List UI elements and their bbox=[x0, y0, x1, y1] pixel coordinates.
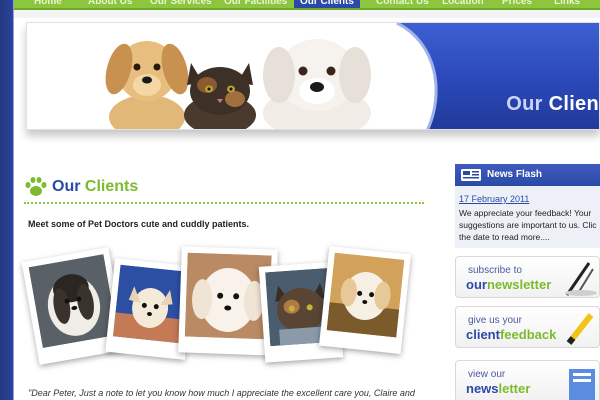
nav-item-about[interactable]: About Us bbox=[88, 0, 132, 8]
testimonial-quote: "Dear Peter, Just a note to let you know… bbox=[28, 388, 415, 398]
news-body-line: the date to read more.... bbox=[459, 232, 550, 242]
page-title-part2: Clients bbox=[84, 178, 139, 195]
promo-line2: ournewsletter bbox=[466, 277, 551, 292]
page-title: Our Clients bbox=[52, 178, 138, 196]
page: Home About Us Our Services Our Facilitie… bbox=[0, 0, 600, 400]
white-puppy-image bbox=[263, 39, 371, 129]
shih-tzu-photo bbox=[28, 254, 118, 349]
nav-item-location[interactable]: Location bbox=[442, 0, 484, 8]
promo-line2a: our bbox=[466, 277, 487, 292]
promo-line2a: news bbox=[466, 381, 499, 396]
news-flash-panel: News Flash 17 February 2011 We appreciat… bbox=[455, 164, 600, 248]
promo-line2a: client bbox=[466, 327, 500, 342]
news-flash-header: News Flash bbox=[455, 164, 600, 186]
nav-item-contact[interactable]: Contact Us bbox=[376, 0, 429, 8]
nav-item-clients[interactable]: Our Clients bbox=[294, 0, 360, 8]
banner-title-part2: Clien bbox=[548, 93, 599, 115]
news-body-line: suggestions are important to us. Clic bbox=[459, 220, 597, 230]
promo-line2: newsletter bbox=[466, 381, 530, 396]
promo-line1: view our bbox=[468, 369, 506, 380]
promo-line2b: feedback bbox=[499, 327, 557, 342]
newspaper-icon bbox=[461, 169, 481, 181]
client-photo[interactable] bbox=[318, 245, 412, 355]
client-feedback-button[interactable]: give us your clientfeedback bbox=[455, 306, 600, 348]
kitten-image bbox=[184, 63, 256, 129]
nav-item-facilities[interactable]: Our Facilities bbox=[224, 0, 287, 8]
subscribe-newsletter-button[interactable]: subscribe to ournewsletter bbox=[455, 256, 600, 298]
promo-line1: give us your bbox=[468, 315, 522, 326]
chihuahua-photo bbox=[112, 264, 189, 344]
news-body: We appreciate your feedback! Your sugges… bbox=[459, 207, 600, 243]
nav-item-links[interactable]: Links bbox=[554, 0, 580, 8]
promo-line1: subscribe to bbox=[468, 265, 522, 276]
nav-item-services[interactable]: Our Services bbox=[150, 0, 212, 8]
news-date-link[interactable]: 17 February 2011 bbox=[459, 194, 529, 204]
maltese-photo bbox=[326, 252, 405, 338]
poodle-photo bbox=[184, 252, 272, 340]
banner-title: Our Clien bbox=[506, 93, 599, 116]
paw-icon bbox=[25, 177, 47, 196]
page-title-part1: Our bbox=[52, 178, 81, 195]
pen-icon bbox=[565, 262, 597, 296]
promo-line2: clientfeedback bbox=[466, 327, 556, 342]
newspaper-icon bbox=[569, 369, 595, 400]
pencil-icon bbox=[566, 313, 594, 345]
promo-line2b: newsletter bbox=[486, 277, 552, 292]
header-strip bbox=[14, 10, 600, 18]
promo-line2b: letter bbox=[498, 381, 531, 396]
top-nav: Home About Us Our Services Our Facilitie… bbox=[14, 0, 600, 10]
news-flash-title: News Flash bbox=[487, 169, 543, 180]
news-body-line: We appreciate your feedback! Your bbox=[459, 208, 592, 218]
heading-divider bbox=[24, 202, 424, 204]
nav-item-home[interactable]: Home bbox=[34, 0, 62, 8]
client-photo-gallery bbox=[21, 244, 424, 365]
view-newsletter-button[interactable]: view our newsletter bbox=[455, 360, 600, 400]
nav-item-prices[interactable]: Prices bbox=[502, 0, 532, 8]
header-banner: Our Clien bbox=[26, 22, 600, 130]
banner-title-part1: Our bbox=[506, 93, 543, 115]
intro-text: Meet some of Pet Doctors cute and cuddly… bbox=[28, 219, 250, 229]
